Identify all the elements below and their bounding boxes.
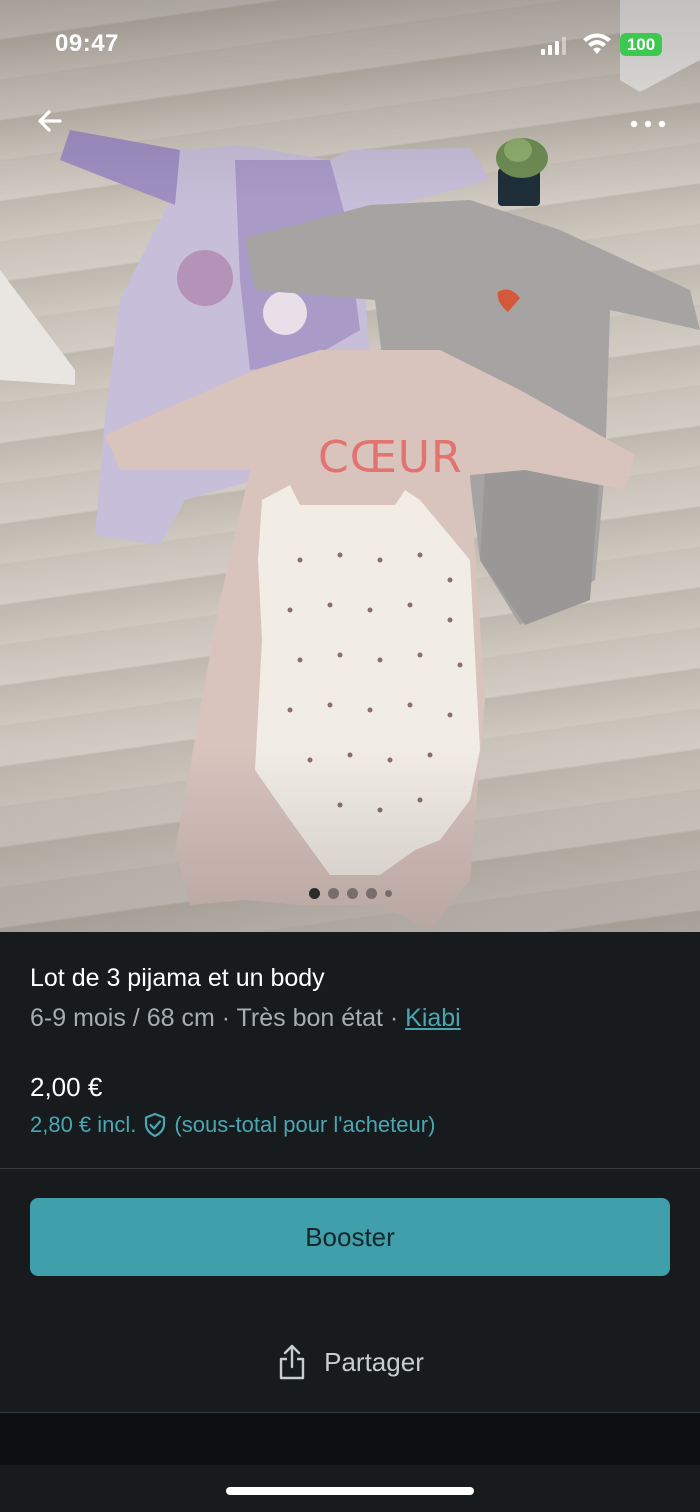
listing-price: 2,00 € (30, 1072, 103, 1102)
pagination-dot[interactable] (308, 888, 320, 899)
back-arrow-icon[interactable] (30, 100, 74, 144)
bottom-bar (0, 1413, 700, 1465)
listing-attributes: 6-9 mois / 68 cm · Très bon état · Kiabi (30, 1004, 461, 1033)
wifi-icon (583, 33, 611, 54)
listing-size: 6-9 mois / 68 cm (30, 1004, 215, 1032)
gallery-pagination (0, 888, 700, 899)
battery-indicator: 100 (620, 33, 662, 56)
pagination-dot[interactable] (384, 890, 392, 897)
share-button[interactable]: Partager (0, 1340, 700, 1384)
status-bar: 09:47 100 (0, 0, 700, 90)
share-label: Partager (324, 1346, 424, 1377)
home-indicator[interactable] (226, 1487, 474, 1495)
booster-button[interactable]: Booster (30, 1198, 670, 1276)
status-time: 09:47 (55, 30, 119, 57)
photo-shade (0, 0, 700, 932)
pagination-dot[interactable] (346, 888, 358, 899)
price-incl-note: (sous-total pour l'acheteur) (174, 1112, 436, 1137)
share-icon (279, 1344, 305, 1380)
divider (0, 1168, 700, 1169)
pagination-dot[interactable] (327, 888, 339, 899)
pagination-dot[interactable] (365, 888, 377, 899)
separator: · (382, 1004, 406, 1032)
signal-icon (541, 37, 566, 55)
listing-title: Lot de 3 pijama et un body (30, 964, 325, 992)
more-options-icon[interactable] (624, 106, 672, 142)
price-with-protection[interactable]: 2,80 € incl. (sous-total pour l'acheteur… (30, 1112, 435, 1138)
listing-condition: Très bon état (236, 1004, 383, 1032)
separator: · (214, 1004, 237, 1032)
shield-check-icon (145, 1112, 166, 1138)
price-incl-value: 2,80 € incl. (30, 1112, 137, 1137)
listing-brand-link[interactable]: Kiabi (405, 1004, 461, 1032)
listing-photo[interactable]: CŒUR 09:47 100 (0, 0, 700, 932)
